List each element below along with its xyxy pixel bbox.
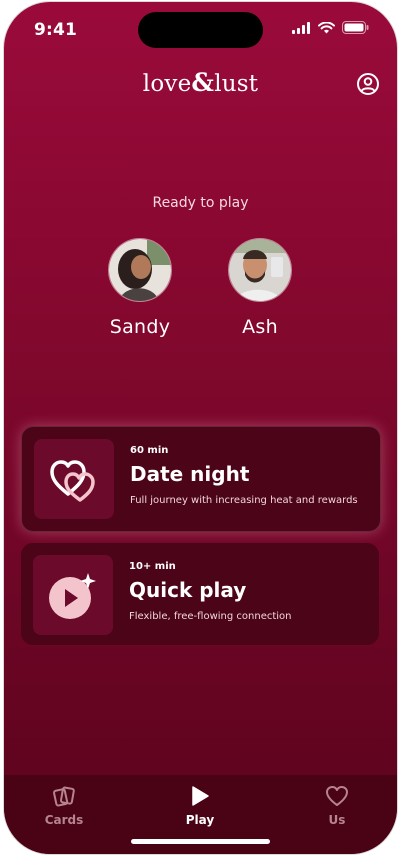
status-icons xyxy=(292,21,369,34)
dynamic-island xyxy=(138,12,263,48)
card-icon-tile xyxy=(34,439,114,519)
play-sparkle-icon xyxy=(49,573,96,619)
card-duration: 60 min xyxy=(130,445,169,456)
tab-cards[interactable]: Cards xyxy=(19,785,109,827)
avatar xyxy=(228,238,292,302)
card-title: Quick play xyxy=(129,578,247,602)
cards-icon xyxy=(53,786,75,807)
wifi-icon xyxy=(318,21,335,33)
tab-us[interactable]: Us xyxy=(292,785,382,827)
signal-icon xyxy=(292,21,310,34)
ready-to-play-label: Ready to play xyxy=(152,195,249,211)
phone-screen: 9:41 love&lust Ready to play Sandy Ash 6… xyxy=(4,2,397,854)
heart-icon xyxy=(326,786,348,806)
play-icon xyxy=(192,786,209,806)
tab-label: Us xyxy=(328,813,346,827)
home-indicator xyxy=(131,839,270,844)
player-name: Ash xyxy=(242,316,278,338)
player-name: Sandy xyxy=(109,316,171,338)
player-ash[interactable]: Ash xyxy=(215,238,305,338)
tab-label: Play xyxy=(185,813,215,827)
card-title: Date night xyxy=(130,462,250,486)
status-time: 9:41 xyxy=(34,20,78,40)
card-icon-tile xyxy=(33,555,113,635)
logo-text-love: love xyxy=(142,71,192,97)
quick-play-card[interactable]: 10+ min Quick play Flexible, free-flowin… xyxy=(21,543,379,645)
card-description: Flexible, free-flowing connection xyxy=(129,611,292,622)
app-header: love&lust xyxy=(4,64,397,104)
date-night-card[interactable]: 60 min Date night Full journey with incr… xyxy=(21,426,381,532)
battery-icon xyxy=(342,21,369,34)
profile-icon[interactable] xyxy=(356,72,380,96)
logo-text-lust: lust xyxy=(214,71,259,97)
card-duration: 10+ min xyxy=(129,561,176,572)
avatar xyxy=(108,238,172,302)
status-bar: 9:41 xyxy=(4,2,397,54)
app-logo: love&lust xyxy=(4,68,397,97)
logo-ampersand: & xyxy=(191,68,215,97)
tab-label: Cards xyxy=(44,813,84,827)
player-sandy[interactable]: Sandy xyxy=(95,238,185,338)
linked-hearts-icon xyxy=(50,460,95,502)
card-description: Full journey with increasing heat and re… xyxy=(130,495,358,506)
tab-play[interactable]: Play xyxy=(155,785,245,827)
